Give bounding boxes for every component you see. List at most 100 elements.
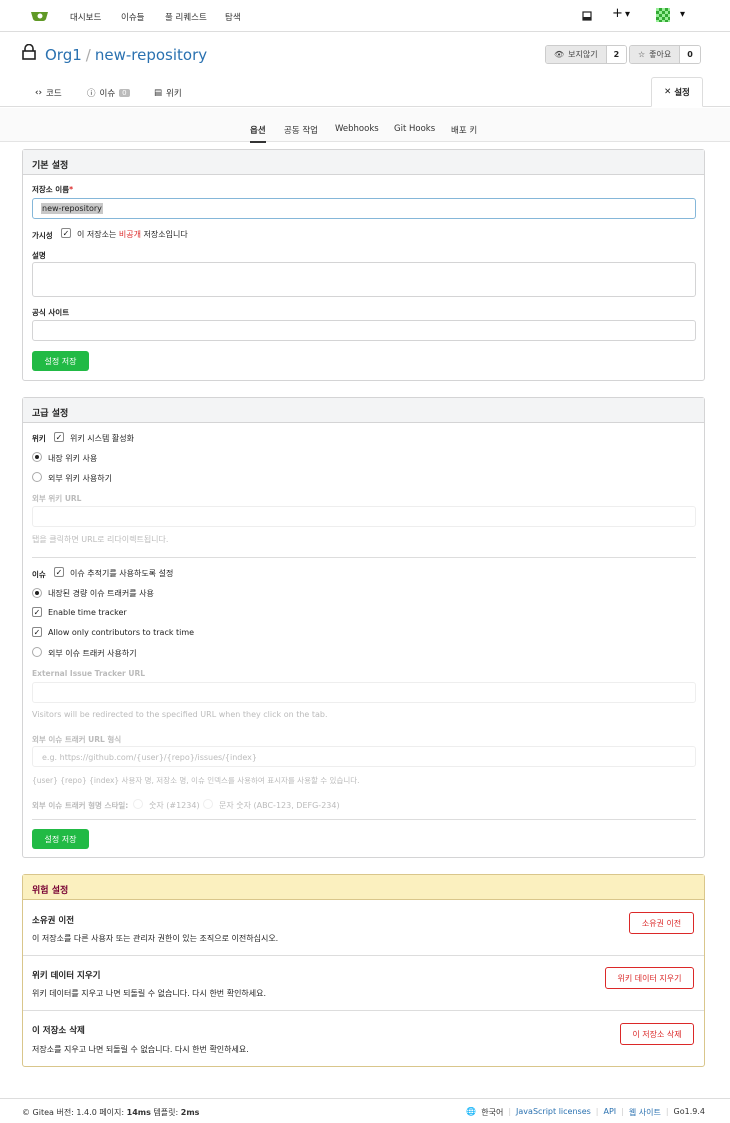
create-plus-icon[interactable]: +	[612, 6, 623, 21]
visibility-label: 가시성	[32, 231, 53, 240]
visibility-post: 저장소입니다	[143, 230, 188, 239]
repo-separator: /	[85, 46, 91, 64]
tools-icon: ✕	[664, 87, 672, 97]
contributors-time-text: Allow only contributors to track time	[48, 628, 195, 637]
private-checkbox[interactable]: ✓	[61, 228, 71, 238]
tab-wiki-label: 위키	[166, 89, 182, 99]
repo-delete-button[interactable]: 이 저장소 삭제	[620, 1023, 694, 1045]
ext-tracker-format-input[interactable]: e.g. https://github.com/{user}/{repo}/is…	[32, 746, 696, 767]
issues-count-badge: 0	[119, 89, 130, 97]
footer-template-time: 2ms	[180, 1108, 200, 1117]
divider	[23, 1010, 704, 1011]
issue-internal-radio[interactable]	[32, 588, 42, 598]
repo-name-input[interactable]: new-repository	[32, 198, 696, 219]
visibility-pre: 이 저장소는	[77, 230, 117, 239]
ext-tracker-url-label: External Issue Tracker URL	[32, 669, 145, 678]
tab-wiki[interactable]: ▤ 위키	[154, 87, 182, 99]
save-advanced-button[interactable]: 설정 저장	[32, 829, 89, 849]
wiki-delete-title: 위키 데이터 지우기	[32, 971, 101, 981]
repo-owner-link[interactable]: Org1	[45, 46, 82, 64]
lock-icon	[22, 44, 36, 60]
star-button[interactable]: ☆ 좋아요 0	[629, 45, 701, 64]
book-icon: ▤	[154, 88, 163, 98]
style-numeric-radio[interactable]	[133, 799, 143, 809]
repo-delete-desc: 저장소를 지우고 나면 되돌릴 수 없습니다. 다시 한번 확인하세요.	[32, 1045, 249, 1054]
star-count[interactable]: 0	[679, 46, 700, 63]
create-caret-icon[interactable]: ▾	[625, 9, 630, 20]
watch-count[interactable]: 2	[605, 46, 627, 63]
tab-issues[interactable]: ⓘ 이슈 0	[87, 87, 130, 99]
required-marker: *	[69, 185, 74, 194]
ext-tracker-url-input[interactable]	[32, 682, 696, 703]
watch-label: 보지않기	[568, 50, 598, 59]
api-link[interactable]: API	[604, 1107, 617, 1118]
divider	[23, 955, 704, 956]
basic-settings-panel: 기본 설정 저장소 이름* new-repository 가시성 ✓ 이 저장소…	[22, 149, 705, 381]
issue-external-text: 외부 이슈 트래커 사용하기	[48, 649, 137, 658]
divider	[32, 819, 696, 820]
issue-external-radio[interactable]	[32, 647, 42, 657]
issue-enable-checkbox[interactable]: ✓	[54, 567, 64, 577]
wiki-delete-button[interactable]: 위키 데이터 지우기	[605, 967, 694, 989]
tab-settings-label: 설정	[674, 88, 690, 98]
tab-code-label: 코드	[46, 89, 62, 99]
time-tracker-checkbox[interactable]: ✓	[32, 607, 42, 617]
gitea-logo-icon[interactable]	[30, 10, 50, 22]
user-caret-icon[interactable]: ▾	[680, 9, 685, 20]
language-selector[interactable]: 한국어	[481, 1107, 503, 1118]
wiki-internal-radio[interactable]	[32, 452, 42, 462]
wiki-url-help: 탭을 클릭하면 URL로 리다이렉트됩니다.	[32, 535, 169, 544]
subtab-collaboration[interactable]: 공동 작업	[284, 124, 318, 136]
footer-version: © Gitea 버전: 1.4.0 페이지: 14ms 템플릿: 2ms	[22, 1107, 199, 1118]
footer-sep: |	[665, 1107, 669, 1116]
ext-tracker-format-label: 외부 이슈 트래커 URL 형식	[32, 735, 122, 744]
nav-issues[interactable]: 이슈들	[121, 11, 144, 23]
time-tracker-text: Enable time tracker	[48, 608, 127, 617]
footer-links: 🌐 한국어 | JavaScript licenses | API | 웹 사이…	[466, 1107, 705, 1118]
website-input[interactable]	[32, 320, 696, 341]
footer-sep: |	[508, 1107, 512, 1116]
footer-sep: |	[621, 1107, 624, 1116]
go-version: Go1.9.4	[673, 1107, 705, 1116]
wiki-external-text: 외부 위키 사용하기	[48, 474, 112, 483]
transfer-title: 소유권 이전	[32, 916, 75, 926]
repo-name-link[interactable]: new-repository	[95, 46, 207, 64]
repo-name-label: 저장소 이름*	[32, 184, 73, 195]
wiki-url-input[interactable]	[32, 506, 696, 527]
subtab-webhooks[interactable]: Webhooks	[335, 124, 379, 134]
nav-explore[interactable]: 탐색	[225, 11, 241, 23]
website-link[interactable]: 웹 사이트	[629, 1107, 661, 1118]
tab-code[interactable]: ‹› 코드	[35, 87, 62, 99]
footer-version-text: © Gitea 버전: 1.4.0 페이지:	[22, 1108, 127, 1117]
style-alpha-radio[interactable]	[203, 799, 213, 809]
code-icon: ‹›	[35, 88, 43, 98]
repo-name-label-text: 저장소 이름	[32, 185, 70, 194]
tab-settings[interactable]: ✕ 설정	[651, 77, 703, 107]
style-alpha-text: 문자 숫자 (ABC-123, DEFG-234)	[219, 801, 340, 810]
ext-tracker-url-help: Visitors will be redirected to the speci…	[32, 710, 328, 719]
nav-dashboard[interactable]: 대시보드	[70, 11, 101, 23]
issue-enable-text: 이슈 추적기를 사용하도록 설정	[70, 569, 174, 578]
visibility-private-word: 비공개	[118, 230, 141, 239]
repo-name-value: new-repository	[41, 203, 103, 214]
inbox-icon[interactable]	[582, 11, 592, 21]
ext-tracker-format-placeholder: e.g. https://github.com/{user}/{repo}/is…	[42, 753, 257, 762]
watch-button[interactable]: 👁 보지않기 2	[545, 45, 628, 64]
transfer-desc: 이 저장소를 다른 사용자 또는 관리자 권한이 있는 조직으로 이전하십시오.	[32, 934, 279, 943]
user-avatar[interactable]	[656, 8, 670, 22]
nav-pulls[interactable]: 풀 리퀘스트	[165, 11, 207, 23]
licenses-link[interactable]: JavaScript licenses	[516, 1107, 591, 1118]
subtab-options[interactable]: 옵션	[250, 124, 266, 143]
repo-tabs: ‹› 코드 ⓘ 이슈 0 ▤ 위키	[0, 78, 730, 107]
contributors-time-checkbox[interactable]: ✓	[32, 627, 42, 637]
advanced-settings-panel: 고급 설정 위키 ✓ 위키 시스템 활성화 내장 위키 사용 외부 위키 사용하…	[22, 397, 705, 858]
top-navbar: 대시보드 이슈들 풀 리퀘스트 탐색 + ▾ ▾	[0, 0, 730, 32]
save-basic-button[interactable]: 설정 저장	[32, 351, 89, 371]
wiki-enable-checkbox[interactable]: ✓	[54, 432, 64, 442]
subtab-githooks[interactable]: Git Hooks	[394, 124, 435, 134]
subtab-deploy-keys[interactable]: 배포 키	[451, 124, 477, 136]
wiki-external-radio[interactable]	[32, 472, 42, 482]
wiki-url-label: 외부 위키 URL	[32, 494, 82, 503]
transfer-button[interactable]: 소유권 이전	[629, 912, 694, 934]
description-textarea[interactable]	[32, 262, 696, 297]
